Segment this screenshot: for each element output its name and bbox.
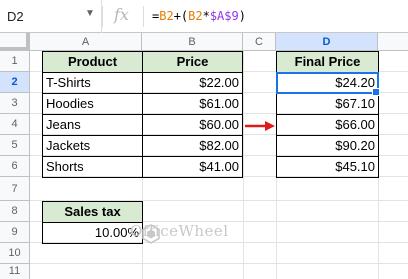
product-cell[interactable]: Jeans	[42, 114, 143, 136]
header-price[interactable]: Price	[142, 51, 243, 73]
price-cell[interactable]: $41.00	[142, 156, 243, 178]
column-header-a[interactable]: A	[30, 33, 142, 51]
select-all-corner[interactable]	[0, 33, 30, 51]
fx-icon: fx	[114, 5, 129, 24]
column-header-d[interactable]: D	[276, 33, 378, 51]
price-cell[interactable]: $61.00	[142, 93, 243, 115]
column-header-e[interactable]	[378, 33, 408, 51]
separator	[102, 6, 103, 27]
row-header-8[interactable]: 8	[0, 201, 30, 222]
header-product[interactable]: Product	[42, 51, 143, 73]
gridline	[243, 51, 244, 279]
row-header-10[interactable]: 10	[0, 243, 30, 264]
row-header-4[interactable]: 4	[0, 114, 30, 135]
final-price-cell[interactable]: $90.20	[276, 135, 379, 157]
chevron-down-icon[interactable]: ▼	[85, 8, 95, 19]
name-box-value[interactable]: D2	[7, 9, 24, 24]
price-cell[interactable]: $60.00	[142, 114, 243, 136]
gridline	[30, 263, 408, 264]
name-box[interactable]: D2 ▼	[0, 0, 102, 33]
row-header-3[interactable]: 3	[0, 93, 30, 114]
row-header-2[interactable]: 2	[0, 72, 30, 93]
sheet-grid: A B C D 1 2 3 4 5 6 7 8 9 10 11 Product …	[0, 33, 408, 279]
price-cell[interactable]: $22.00	[142, 72, 243, 94]
final-price-cell[interactable]: $66.00	[276, 114, 379, 136]
header-final-price[interactable]: Final Price	[276, 51, 379, 73]
arrow-right-icon	[245, 121, 275, 131]
row-header-9[interactable]: 9	[0, 222, 30, 243]
separator	[143, 6, 144, 27]
formula-input[interactable]: =B2+(B2*$A$9)	[152, 9, 246, 23]
sales-tax-value[interactable]: 10.00%	[42, 222, 143, 244]
final-price-cell[interactable]: $45.10	[276, 156, 379, 178]
row-header-6[interactable]: 6	[0, 156, 30, 177]
header-sales-tax[interactable]: Sales tax	[42, 201, 143, 223]
row-header-1[interactable]: 1	[0, 51, 30, 72]
product-cell[interactable]: Hoodies	[42, 93, 143, 115]
final-price-cell[interactable]: $67.10	[276, 93, 379, 115]
active-cell-selection[interactable]	[276, 72, 379, 94]
watermark: OfficeWheel	[130, 222, 229, 240]
fill-handle[interactable]	[372, 88, 380, 96]
product-cell[interactable]: T-Shirts	[42, 72, 143, 94]
product-cell[interactable]: Jackets	[42, 135, 143, 157]
column-header-c[interactable]: C	[243, 33, 276, 51]
row-header-7[interactable]: 7	[0, 177, 30, 201]
formula-bar: D2 ▼ fx =B2+(B2*$A$9)	[0, 0, 408, 33]
row-header-11[interactable]: 11	[0, 264, 30, 279]
product-cell[interactable]: Shorts	[42, 156, 143, 178]
row-header-5[interactable]: 5	[0, 135, 30, 156]
price-cell[interactable]: $82.00	[142, 135, 243, 157]
column-header-b[interactable]: B	[142, 33, 243, 51]
